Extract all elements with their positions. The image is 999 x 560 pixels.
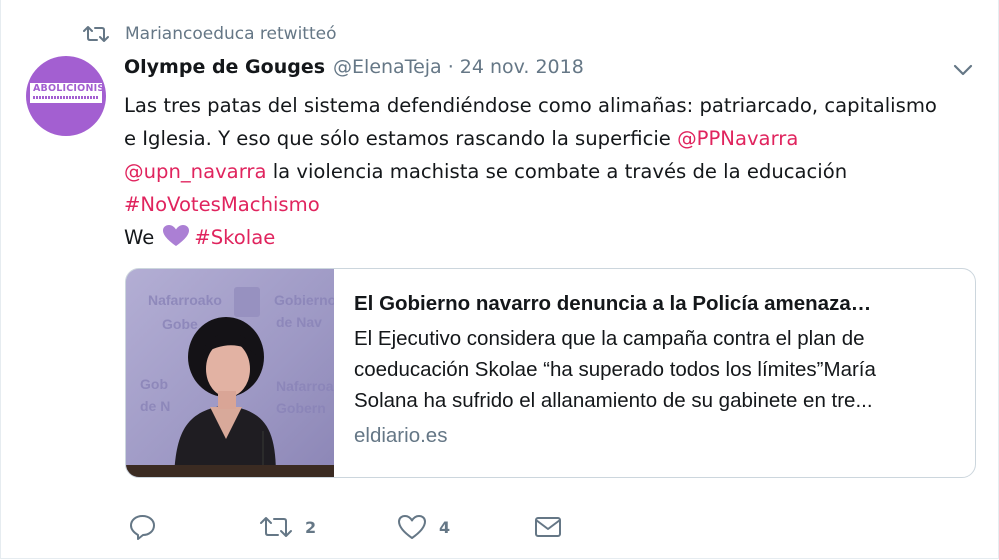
tweet-text: Las tres patas del sistema defendiéndose… <box>124 89 984 254</box>
tweet-we-text: We <box>124 226 155 249</box>
tweet-line: e Iglesia. Y eso que sólo estamos rascan… <box>124 122 984 155</box>
avatar[interactable]: ABOLICIONISTA <box>26 56 106 136</box>
retweet-icon <box>83 26 109 42</box>
card-image[interactable]: Nafarroako Gobe Gobierno de Nav Gob de N… <box>126 269 334 477</box>
tweet-line: @upn_navarra la violencia machista se co… <box>124 155 984 188</box>
like-button[interactable]: 4 <box>397 510 450 544</box>
hashtag-skolae[interactable]: #Skolae <box>194 226 275 249</box>
card-image-sign-text: Gobern <box>276 400 326 416</box>
card-image-sign-text: de N <box>140 398 170 414</box>
card-description-line: El Ejecutivo considera que la campaña co… <box>354 327 865 350</box>
reply-icon <box>130 515 155 540</box>
tweet-line-text: e Iglesia. Y eso que sólo estamos rascan… <box>124 127 678 150</box>
card-title[interactable]: El Gobierno navarro denuncia a la Policí… <box>354 291 955 317</box>
hashtag-novotesmachismo[interactable]: #NoVotesMachismo <box>124 193 320 216</box>
direct-message-button[interactable] <box>533 510 563 544</box>
reply-button[interactable] <box>129 510 169 544</box>
chevron-down-icon[interactable] <box>952 63 974 77</box>
tweet-container[interactable]: Mariancoeduca retwitteó ABOLICIONISTA Ol… <box>0 0 999 559</box>
author-name[interactable]: Olympe de Gouges <box>124 56 325 78</box>
mail-icon <box>535 517 561 537</box>
heart-icon <box>398 515 426 539</box>
tweet-date[interactable]: 24 nov. 2018 <box>460 56 584 78</box>
retweet-icon <box>260 517 292 537</box>
avatar-logo-text: ABOLICIONISTA <box>33 83 106 94</box>
author-handle[interactable]: @ElenaTeja <box>333 56 442 78</box>
purple-heart-icon <box>163 225 190 246</box>
card-description-line: Solana ha sufrido el allanamiento de su … <box>354 389 873 412</box>
mention-upn-navarra[interactable]: @upn_navarra <box>124 160 266 183</box>
tweet-header: Olympe de Gouges @ElenaTeja · 24 nov. 20… <box>124 56 584 82</box>
tweet-line: #NoVotesMachismo <box>124 188 984 221</box>
card-image-sign-text: de Nav <box>276 314 322 330</box>
card-description: El Ejecutivo considera que la campaña co… <box>354 323 955 416</box>
avatar-logo-stripe <box>33 96 99 99</box>
retweet-count: 2 <box>305 517 317 537</box>
card-domain: eldiario.es <box>354 424 448 447</box>
link-card[interactable]: Nafarroako Gobe Gobierno de Nav Gob de N… <box>125 268 976 478</box>
card-image-photo: Nafarroako Gobe Gobierno de Nav Gob de N… <box>126 269 334 477</box>
tweet-line-text: la violencia machista se combate a travé… <box>266 160 848 183</box>
card-body: El Gobierno navarro denuncia a la Policí… <box>334 269 975 477</box>
tweet-line: We #Skolae <box>124 221 984 254</box>
retweet-context: Mariancoeduca retwitteó <box>83 22 337 46</box>
tweet-line: Las tres patas del sistema defendiéndose… <box>124 94 937 117</box>
card-description-line: coeducación Skolae “ha superado todos lo… <box>354 358 876 381</box>
card-image-sign-text: Gobierno <box>274 292 334 308</box>
avatar-logo: ABOLICIONISTA <box>30 83 106 103</box>
retweet-context-text[interactable]: Mariancoeduca retwitteó <box>125 24 337 44</box>
mention-ppnavarra[interactable]: @PPNavarra <box>677 127 798 150</box>
header-separator: · <box>447 56 454 78</box>
retweet-button[interactable]: 2 <box>259 510 316 544</box>
card-image-sign-text: Nafarroa <box>276 378 334 394</box>
card-image-sign-text: Gobe <box>162 316 198 332</box>
card-image-sign-text: Gob <box>140 376 168 392</box>
card-image-sign-text: Nafarroako <box>148 292 222 308</box>
like-count: 4 <box>439 517 451 537</box>
